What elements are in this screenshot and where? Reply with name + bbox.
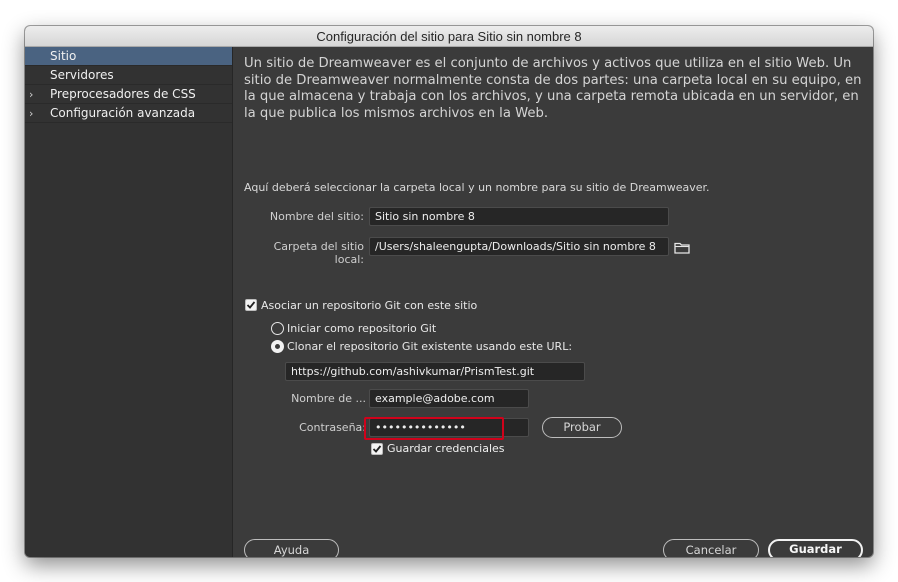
chevron-right-icon[interactable]: › <box>29 85 33 104</box>
username-field[interactable]: example@adobe.com <box>369 389 529 408</box>
sidebar-item-label: Preprocesadores de CSS <box>50 87 196 101</box>
intro-text: Un sitio de Dreamweaver es el conjunto d… <box>244 56 862 121</box>
site-name-label: Nombre del sitio: <box>269 210 364 223</box>
site-setup-dialog: Configuración del sitio para Sitio sin n… <box>25 26 873 557</box>
associate-git-checkbox[interactable] <box>245 299 257 311</box>
save-button[interactable]: Guardar <box>768 539 863 557</box>
username-label: Nombre de ... <box>291 392 366 405</box>
sidebar-item-servidores[interactable]: Servidores <box>25 66 232 85</box>
test-button[interactable]: Probar <box>542 417 622 438</box>
folder-icon[interactable] <box>674 239 690 258</box>
init-repo-radio[interactable] <box>271 322 284 335</box>
save-credentials-highlight <box>364 417 504 440</box>
sidebar-item-sitio[interactable]: Sitio <box>25 47 232 66</box>
window-title: Configuración del sitio para Sitio sin n… <box>25 26 873 47</box>
init-repo-label: Iniciar como repositorio Git <box>287 322 437 335</box>
site-settings-panel: Un sitio de Dreamweaver es el conjunto d… <box>234 47 873 557</box>
clone-repo-radio[interactable] <box>271 340 284 353</box>
local-folder-field[interactable]: /Users/shaleengupta/Downloads/Sitio sin … <box>369 237 669 256</box>
local-folder-label: Carpeta del sitio local: <box>273 240 364 266</box>
help-button[interactable]: Ayuda <box>244 539 339 557</box>
chevron-right-icon[interactable]: › <box>29 104 33 123</box>
checkmark-icon <box>372 445 382 453</box>
associate-git-label: Asociar un repositorio Git con este siti… <box>261 299 478 312</box>
save-credentials-checkbox[interactable] <box>371 443 383 455</box>
sidebar-item-advanced-settings[interactable]: › Configuración avanzada <box>25 104 232 123</box>
git-url-field[interactable]: https://github.com/ashivkumar/PrismTest.… <box>285 362 585 381</box>
sidebar-item-css-preprocessors[interactable]: › Preprocesadores de CSS <box>25 85 232 104</box>
hint-text: Aquí deberá seleccionar la carpeta local… <box>244 181 710 194</box>
sidebar-item-label: Servidores <box>50 68 114 82</box>
sidebar-item-label: Configuración avanzada <box>50 106 196 120</box>
password-label: Contraseña: <box>299 421 366 434</box>
site-name-field[interactable]: Sitio sin nombre 8 <box>369 207 669 226</box>
sidebar: Sitio Servidores › Preprocesadores de CS… <box>25 47 233 557</box>
cancel-button[interactable]: Cancelar <box>663 539 759 557</box>
checkmark-icon <box>246 301 256 309</box>
sidebar-item-label: Sitio <box>50 49 77 63</box>
clone-repo-label: Clonar el repositorio Git existente usan… <box>287 340 573 353</box>
save-credentials-label: Guardar credenciales <box>387 442 505 455</box>
